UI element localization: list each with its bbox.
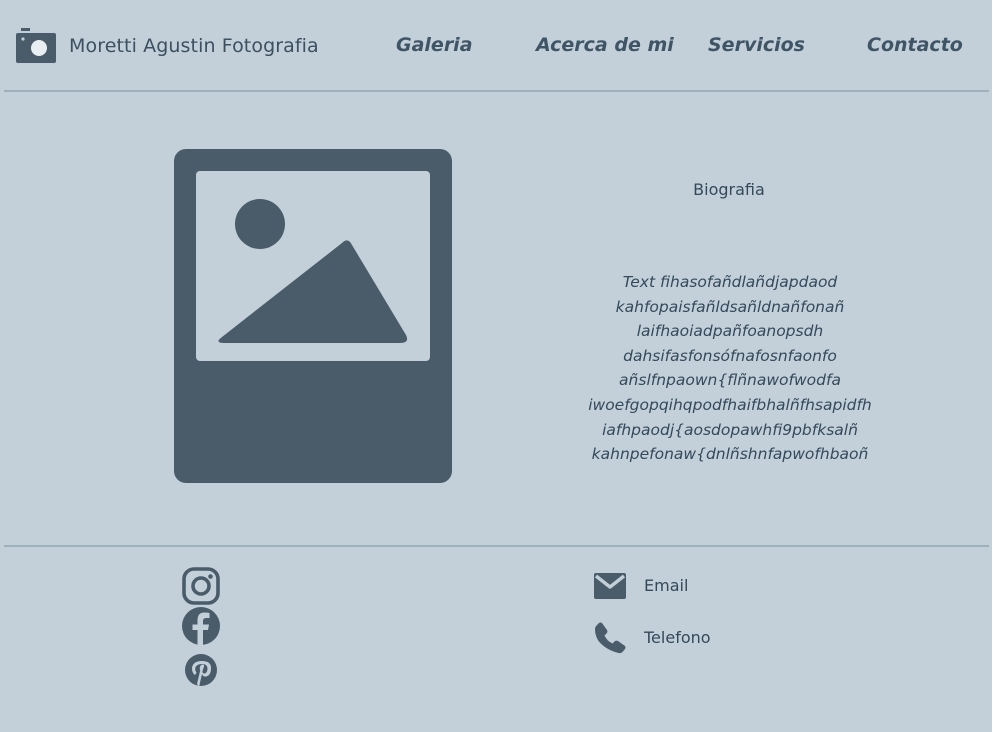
facebook-icon[interactable] [181,606,221,646]
bio-line: añslfnpaown{flñnawofwodfa [619,371,841,390]
bio-line: dahsifasfonsófnafosnfaonfo [623,346,837,365]
nav-acerca-de-mi[interactable]: Acerca de mi [536,34,674,56]
phone-link[interactable]: Telefono [593,621,793,657]
header-divider [4,90,989,92]
bio-text: Text fihasofañdlañdjapdaod kahfopaisfañl… [570,270,890,467]
email-label: Email [644,576,689,595]
email-icon [594,573,626,599]
bio-line: iwoefgopqihqpodfhaifbhalñfhsapidfh [588,395,872,414]
nav-galeria[interactable]: Galeria [396,34,473,56]
bio-line: iafhpaodj{aosdopawhfi9pbfksalñ [602,420,858,439]
bio-line: kahfopaisfañldsañldnañfonañ [615,297,845,316]
phone-icon [595,622,626,654]
camera-icon[interactable] [16,28,56,64]
email-link[interactable]: Email [593,569,793,605]
nav-contacto[interactable]: Contacto [867,34,963,56]
site-header: Moretti Agustin Fotografia Galeria Acerc… [0,0,992,92]
bio-title: Biografia [693,180,765,199]
bio-line: Text fihasofañdlañdjapdaod [622,273,838,291]
pinterest-icon[interactable] [181,651,221,691]
footer-divider [4,545,989,547]
bio-line: laifhaoiadpañfoanopsdh [636,322,824,341]
nav-servicios[interactable]: Servicios [708,34,805,56]
bio-line: kahnpefonaw{dnlñshnfapwofhbaoñ [591,445,869,464]
instagram-icon[interactable] [181,566,221,606]
phone-label: Telefono [644,628,711,647]
image-placeholder-icon [174,149,452,483]
site-title[interactable]: Moretti Agustin Fotografia [69,35,319,57]
